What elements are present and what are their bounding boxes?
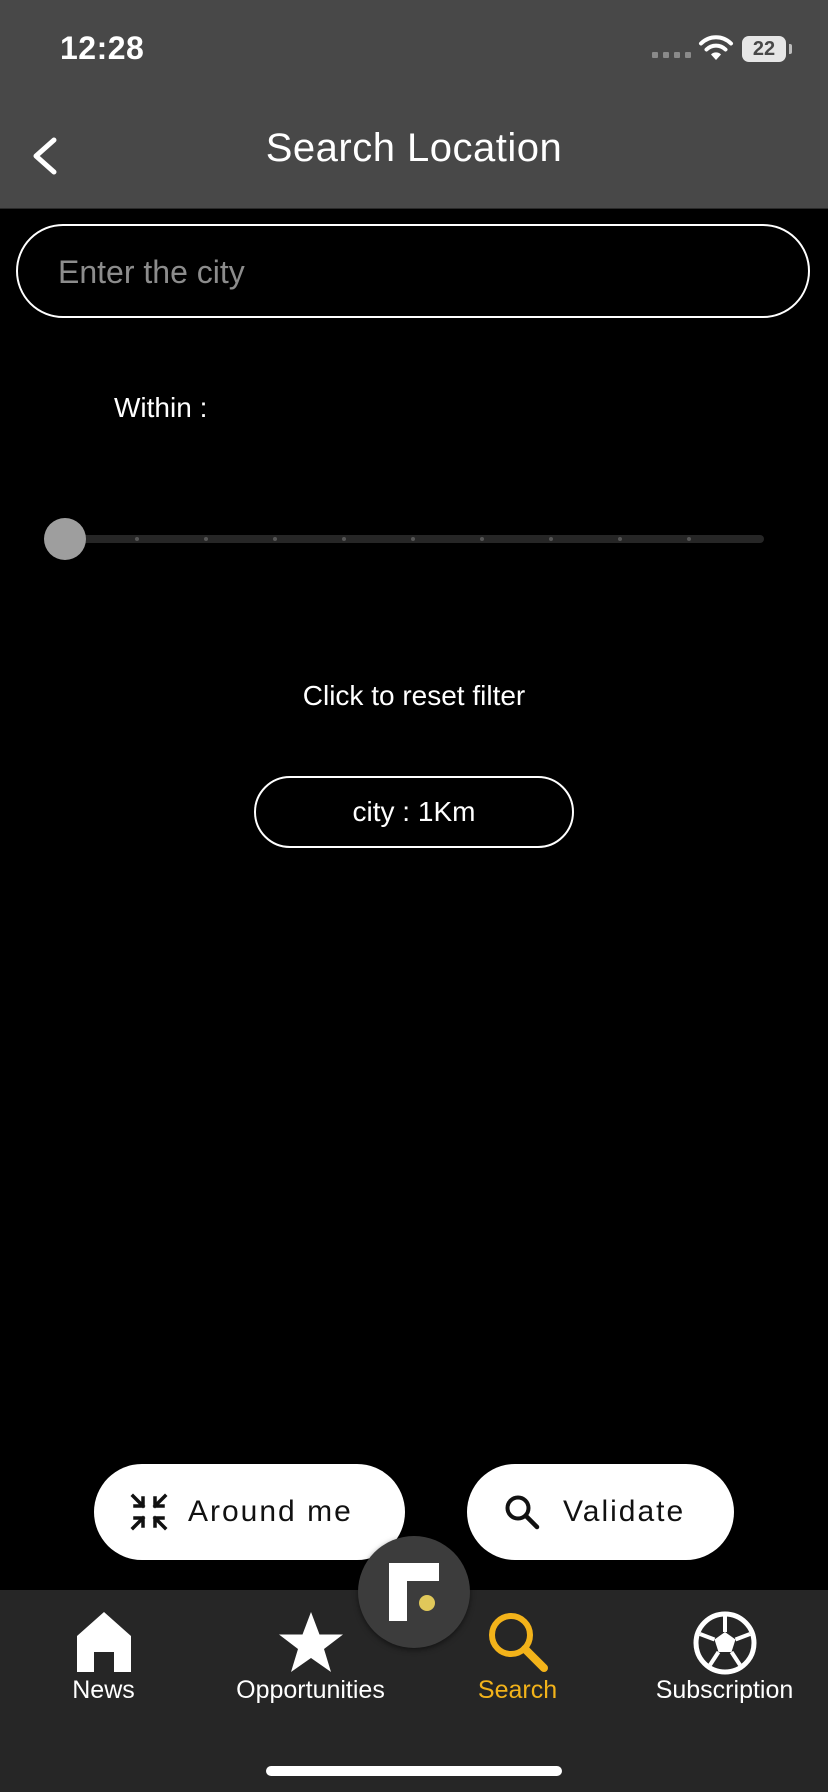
home-icon [0,1610,207,1680]
soccer-ball-icon [621,1610,828,1680]
slider-tick [342,537,346,541]
tab-label-search: Search [477,1676,558,1704]
slider-tick [135,537,139,541]
tab-label-subscription: Subscription [655,1676,794,1704]
slider-tick [480,537,484,541]
home-indicator [266,1766,562,1776]
distance-slider[interactable] [44,518,764,562]
battery-tip [789,44,792,54]
tab-news[interactable]: News [0,1590,207,1720]
slider-tick [273,537,277,541]
validate-label: Validate [563,1495,686,1528]
slider-tick [549,537,553,541]
page-title: Search Location [265,126,563,170]
search-icon [503,1493,541,1531]
tab-label-opportunities: Opportunities [236,1676,385,1704]
slider-tick [204,537,208,541]
city-search-field[interactable] [16,224,810,318]
slider-tick [687,537,691,541]
validate-button[interactable]: Validate [467,1464,734,1560]
tab-label-news: News [72,1676,135,1704]
status-time: 12:28 [60,30,145,66]
collapse-arrows-icon [130,1493,168,1531]
center-logo-button[interactable] [358,1536,470,1648]
reset-filter-link[interactable]: Click to reset filter [0,680,828,712]
battery-indicator: 22 [742,36,786,62]
slider-tick [411,537,415,541]
within-label: Within : [114,392,208,423]
slider-thumb[interactable] [44,518,86,560]
nav-header: Search Location [0,100,828,209]
cellular-signal-icon [652,52,691,58]
status-bar: 12:28 22 [0,0,828,100]
slider-tick [618,537,622,541]
tab-subscription[interactable]: Subscription [621,1590,828,1720]
app-logo-icon [389,1563,439,1621]
around-me-label: Around me [188,1495,353,1528]
city-input[interactable] [56,226,780,318]
wifi-icon [699,35,733,60]
distance-filter-chip[interactable]: city : 1Km [254,776,574,848]
